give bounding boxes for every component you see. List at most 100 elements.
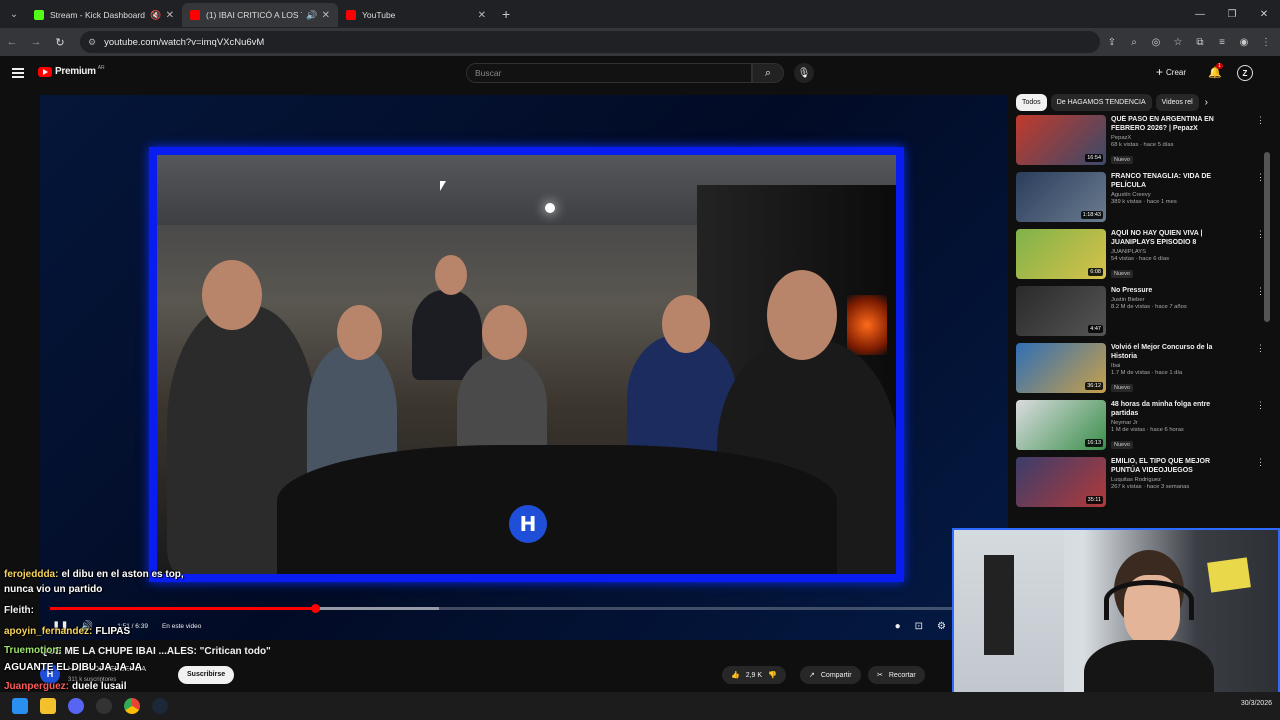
recommendation-title[interactable]: AQUÍ NO HAY QUIEN VIVA | JUANIPLAYS EPIS… [1111, 229, 1236, 247]
account-avatar[interactable]: Z [1237, 65, 1253, 81]
recommendation-title[interactable]: Volvió el Mejor Concurso de la Historia [1111, 343, 1236, 361]
reload-icon[interactable]: ↻ [48, 36, 72, 49]
chevron-right-icon[interactable]: › [1205, 97, 1208, 108]
youtube-premium-logo[interactable]: Premium AR [38, 65, 105, 77]
recommendation-channel[interactable]: Ibai [1111, 363, 1236, 369]
video-player[interactable]: H ❚❚ 🔊 1:51 / 6:39 En este video ● ⊡ ⚙ [40, 95, 1008, 640]
share-icon: ↗ [809, 672, 815, 679]
media-icon[interactable]: ≡ [1214, 32, 1230, 52]
video-thumbnail[interactable]: 35:11 [1016, 457, 1106, 507]
recommendation-item[interactable]: 36:12 Volvió el Mejor Concurso de la Hist… [1010, 343, 1272, 400]
filter-chips: Todos De HAGAMOS TENDENCIA Videos rel › [1010, 90, 1272, 115]
search-input[interactable]: Buscar [466, 63, 752, 83]
close-tab-icon[interactable]: ✕ [166, 10, 174, 21]
chip-todos[interactable]: Todos [1016, 94, 1047, 111]
video-thumbnail[interactable]: 6:08 [1016, 229, 1106, 279]
video-thumbnail[interactable]: 36:12 [1016, 343, 1106, 393]
youtube-play-icon [38, 66, 52, 77]
obs-icon[interactable] [96, 698, 112, 714]
hamburger-menu-icon[interactable] [12, 68, 24, 78]
steam-icon[interactable] [152, 698, 168, 714]
recommendation-channel[interactable]: Justin Bieber [1111, 297, 1236, 303]
search-button[interactable]: ⌕ [752, 63, 784, 83]
bookmark-star-icon[interactable]: ☆ [1170, 32, 1186, 52]
toolbar-icons: ⇪ ⌕ ◎ ☆ ⧉ ≡ ◉ ⋮ [1104, 32, 1274, 52]
forward-icon[interactable]: → [24, 36, 48, 48]
recommendation-channel[interactable]: Luquitas Rodriguez [1111, 477, 1236, 483]
chip-channel[interactable]: De HAGAMOS TENDENCIA [1050, 94, 1152, 111]
video-duration: 35:11 [1085, 496, 1103, 504]
tab-search-icon[interactable]: ⌄ [2, 4, 26, 24]
eye-off-icon[interactable]: ◎ [1148, 32, 1164, 52]
file-explorer-icon[interactable] [40, 698, 56, 714]
windows-taskbar: 30/3/2026 [0, 692, 1280, 720]
tab-kick[interactable]: Stream - Kick Dashboard 🔇 ✕ [26, 3, 182, 27]
chrome-icon[interactable] [124, 698, 140, 714]
chat-message: Fleith: [4, 604, 37, 618]
more-options-icon[interactable]: ⋮ [1256, 343, 1266, 400]
share-button[interactable]: ↗ Compartir [800, 666, 861, 684]
autoplay-toggle-icon[interactable]: ● [895, 621, 901, 632]
chat-username: ferojeddda: [4, 569, 59, 580]
recommendation-channel[interactable]: PepazX [1111, 135, 1236, 141]
site-info-icon[interactable]: ⚙ [88, 37, 96, 48]
recommendation-views: 8.2 M de vistas · hace 7 años [1111, 304, 1187, 310]
close-tab-icon[interactable]: ✕ [322, 10, 330, 21]
channel-watermark-icon[interactable]: H [509, 505, 547, 543]
windows-start-icon[interactable] [12, 698, 28, 714]
recommendation-item[interactable]: 16:54 QUÉ PASÓ EN ARGENTINA EN FEBRERO 20… [1010, 115, 1272, 172]
more-options-icon[interactable]: ⋮ [1256, 400, 1266, 457]
recommendation-title[interactable]: 48 horas da minha folga entre partidas [1111, 400, 1236, 418]
discord-icon[interactable] [68, 698, 84, 714]
minimize-icon[interactable]: — [1184, 0, 1216, 28]
recommendation-channel[interactable]: JUANIPLAYS [1111, 249, 1236, 255]
scrollbar[interactable] [1264, 152, 1270, 322]
extensions-icon[interactable]: ⧉ [1192, 32, 1208, 52]
recommendation-item[interactable]: 1:18:43 FRANCO TENAGLIA: VIDA DE PELÍCULA… [1010, 172, 1272, 229]
video-thumbnail[interactable]: 4:47 [1016, 286, 1106, 336]
close-tab-icon[interactable]: ✕ [478, 10, 486, 21]
new-tab-button[interactable]: + [502, 6, 510, 22]
like-button[interactable]: 👍 2,9 K 👎 [722, 666, 786, 684]
recommendation-item[interactable]: 4:47 No Pressure Justin Bieber 8.2 M de vis… [1010, 286, 1272, 343]
audio-icon[interactable]: 🔊 [306, 10, 317, 21]
recommendation-title[interactable]: No Pressure [1111, 286, 1236, 295]
chat-text: el dibu en el aston es top, [61, 569, 184, 580]
video-thumbnail[interactable]: 1:18:43 [1016, 172, 1106, 222]
more-options-icon[interactable]: ⋮ [1256, 457, 1266, 514]
tab-youtube[interactable]: YouTube ✕ [338, 3, 494, 27]
video-frame: H [149, 147, 904, 582]
recommendation-views: 1.7 M de vistas · hace 1 día [1111, 370, 1183, 376]
settings-gear-icon[interactable]: ⚙ [937, 621, 946, 632]
create-button[interactable]: + Crear [1156, 65, 1186, 79]
stream-chat-overlay: ferojeddda: el dibu en el aston es top, nu… [0, 568, 420, 710]
back-icon[interactable]: ← [0, 36, 24, 48]
thumbs-down-icon[interactable]: 👎 [768, 671, 777, 679]
zoom-icon[interactable]: ⌕ [1126, 32, 1142, 52]
video-duration: 6:08 [1088, 268, 1103, 276]
address-bar-row: ← → ↻ ⚙ youtube.com/watch?v=imqVXcNu6vM … [0, 28, 1280, 56]
close-window-icon[interactable]: ✕ [1248, 0, 1280, 28]
menu-icon[interactable]: ⋮ [1258, 32, 1274, 52]
install-icon[interactable]: ⇪ [1104, 32, 1120, 52]
clip-button[interactable]: ✂ Recortar [868, 666, 925, 684]
video-thumbnail[interactable]: 16:13 [1016, 400, 1106, 450]
recommendation-channel[interactable]: Neymar Jr [1111, 420, 1236, 426]
recommendation-item[interactable]: 35:11 EMILIO, EL TIPO QUE MEJOR PUNTÚA VI… [1010, 457, 1272, 514]
recommendation-title[interactable]: FRANCO TENAGLIA: VIDA DE PELÍCULA [1111, 172, 1236, 190]
url-field[interactable]: ⚙ youtube.com/watch?v=imqVXcNu6vM [80, 31, 1100, 53]
tab-youtube-video[interactable]: (1) IBAI CRITICÓ A LOS TOP 🔊 ✕ [182, 3, 338, 27]
voice-search-icon[interactable]: 🎙 [794, 63, 814, 83]
recommendation-title[interactable]: EMILIO, EL TIPO QUE MEJOR PUNTÚA VIDEOJU… [1111, 457, 1236, 475]
recommendation-item[interactable]: 6:08 AQUÍ NO HAY QUIEN VIVA | JUANIPLAYS … [1010, 229, 1272, 286]
subtitles-icon[interactable]: ⊡ [915, 621, 923, 632]
recommendation-item[interactable]: 16:13 48 horas da minha folga entre parti… [1010, 400, 1272, 457]
recommendation-channel[interactable]: Agustín Creevy [1111, 192, 1236, 198]
video-thumbnail[interactable]: 16:54 [1016, 115, 1106, 165]
profile-icon[interactable]: ◉ [1236, 32, 1252, 52]
muted-icon[interactable]: 🔇 [150, 10, 161, 21]
restore-icon[interactable]: ❐ [1216, 0, 1248, 28]
recommendation-title[interactable]: QUÉ PASÓ EN ARGENTINA EN FEBRERO 2026? |… [1111, 115, 1236, 133]
chip-related[interactable]: Videos rel [1155, 94, 1199, 111]
chat-username: Fleith: [4, 605, 34, 616]
